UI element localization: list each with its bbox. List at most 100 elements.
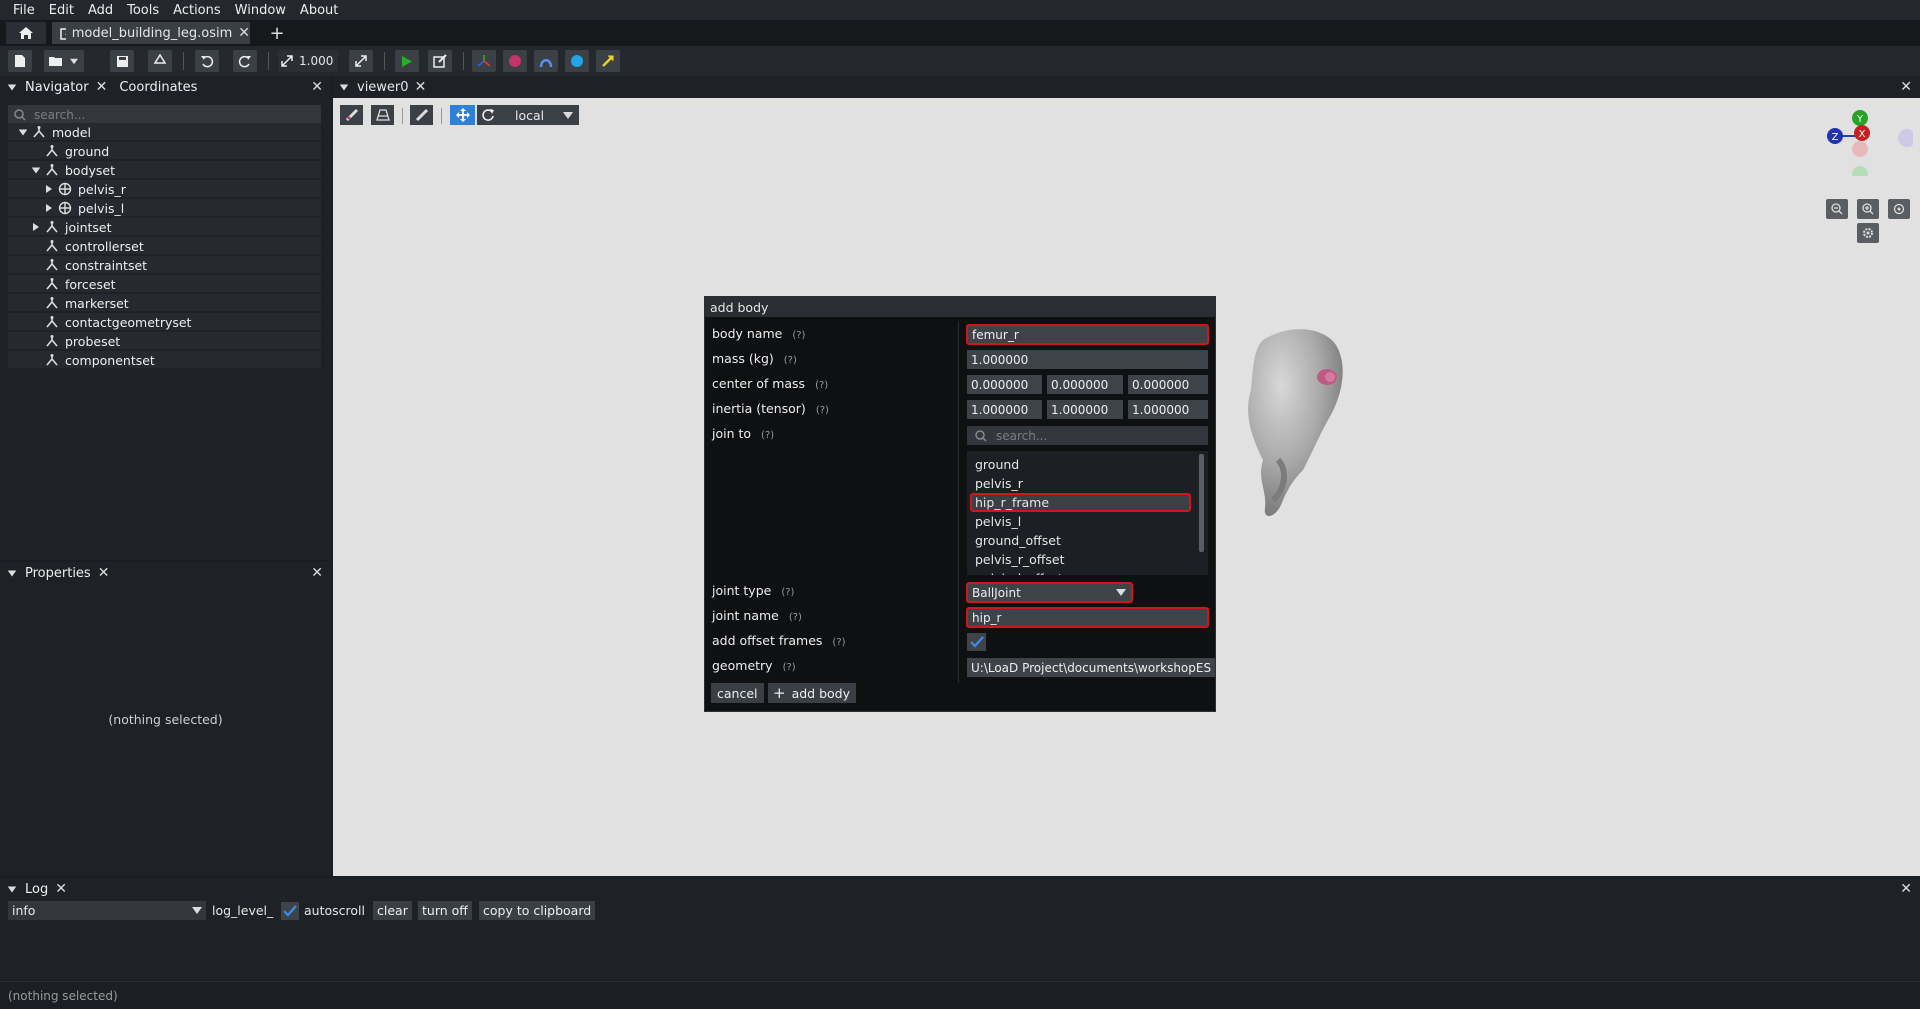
inertia-z-field[interactable]: 1.000000 [1128, 400, 1208, 419]
cancel-button[interactable]: cancel [711, 683, 764, 703]
com-z-field[interactable]: 0.000000 [1128, 375, 1208, 394]
rotate-gizmo-button[interactable] [477, 105, 499, 125]
add-body-button[interactable] [503, 50, 527, 72]
mass-field[interactable]: 1.000000 [967, 350, 1208, 369]
measure-button[interactable] [410, 105, 433, 125]
zoom-out-button[interactable] [1826, 199, 1848, 219]
tree-item-markerset[interactable]: markerset [29, 294, 129, 312]
tree-expander[interactable] [42, 204, 56, 212]
menu-tools[interactable]: Tools [120, 3, 166, 18]
close-icon[interactable]: ✕ [415, 79, 427, 95]
menu-window[interactable]: Window [228, 3, 293, 18]
autoscroll-checkbox[interactable] [281, 902, 299, 920]
tree-item-componentset[interactable]: componentset [29, 351, 155, 369]
clear-log-button[interactable]: clear [373, 901, 412, 920]
collapse-icon[interactable] [339, 84, 349, 90]
join-to-list[interactable]: ground pelvis_r hip_r_frame pelvis_l ground_… [967, 451, 1208, 575]
close-icon[interactable]: ✕ [96, 79, 108, 95]
inertia-x-field[interactable]: 1.000000 [967, 400, 1042, 419]
join-to-search-input[interactable]: search... [967, 426, 1208, 445]
chevron-down-icon[interactable] [31, 167, 41, 173]
navigator-search-input[interactable]: search... [8, 105, 321, 125]
camera-options-button[interactable] [371, 105, 394, 125]
collapse-icon[interactable] [7, 886, 17, 892]
add-body-submit-button[interactable]: + add body [768, 683, 856, 703]
close-icon[interactable]: ✕ [55, 881, 67, 897]
chevron-right-icon[interactable] [46, 185, 52, 193]
file-tab[interactable]: model_building_leg.osim ✕ [52, 22, 250, 44]
autoscale-button[interactable] [349, 50, 373, 72]
menu-about[interactable]: About [293, 3, 345, 18]
edit-sim-settings-button[interactable] [428, 50, 452, 72]
com-x-field[interactable]: 0.000000 [967, 375, 1042, 394]
tree-item-contactgeometryset[interactable]: contactgeometryset [29, 313, 191, 331]
translate-gizmo-button[interactable] [450, 105, 475, 125]
tab-viewer[interactable]: viewer0 [357, 80, 409, 95]
tree-expander[interactable] [29, 167, 43, 174]
join-option[interactable]: hip_r_frame [970, 493, 1191, 512]
add-sphere-button[interactable] [565, 50, 589, 72]
help-icon[interactable]: (?) [784, 355, 797, 366]
tree-expander[interactable] [29, 223, 43, 231]
join-option[interactable]: pelvis_l_offset [970, 569, 1191, 575]
tree-expander[interactable] [42, 185, 56, 193]
tree-item-forceset[interactable]: forceset [29, 275, 116, 293]
tab-navigator[interactable]: Navigator [25, 80, 89, 95]
tab-coordinates[interactable]: Coordinates [119, 80, 197, 95]
tree-item-jointset[interactable]: jointset [29, 218, 112, 236]
collapse-icon[interactable] [7, 84, 17, 90]
help-icon[interactable]: (?) [781, 587, 794, 598]
close-icon[interactable]: ✕ [238, 25, 250, 41]
help-icon[interactable]: (?) [815, 380, 828, 391]
help-icon[interactable]: (?) [789, 612, 802, 623]
home-tab[interactable] [6, 22, 46, 44]
tab-log[interactable]: Log [25, 882, 48, 897]
new-tab-button[interactable]: + [264, 22, 290, 44]
list-scrollbar[interactable] [1199, 454, 1204, 552]
tree-expander[interactable] [16, 129, 30, 136]
tree-item-pelvis_l[interactable]: pelvis_l [42, 199, 124, 217]
tree-item-constraintset[interactable]: constraintset [29, 256, 147, 274]
tree-item-ground[interactable]: ground [29, 142, 109, 160]
coordinate-frame-select[interactable]: local [499, 105, 579, 125]
tree-item-probeset[interactable]: probeset [29, 332, 120, 350]
add-joint-button[interactable] [534, 50, 558, 72]
undo-button[interactable] [195, 50, 219, 72]
autofocus-button[interactable] [1888, 199, 1910, 219]
tree-item-pelvis_r[interactable]: pelvis_r [42, 180, 126, 198]
menu-actions[interactable]: Actions [166, 3, 228, 18]
ruler-tool-button[interactable] [340, 105, 363, 125]
help-icon[interactable]: (?) [792, 330, 805, 341]
inertia-y-field[interactable]: 1.000000 [1047, 400, 1123, 419]
scale-factor-control[interactable]: 1.000 [278, 50, 338, 72]
tree-item-bodyset[interactable]: bodyset [29, 161, 115, 179]
zoom-in-button[interactable] [1857, 199, 1879, 219]
body-name-field[interactable]: femur_r [966, 324, 1209, 345]
join-option[interactable]: ground [970, 455, 1191, 474]
collapse-icon[interactable] [7, 570, 17, 576]
help-icon[interactable]: (?) [832, 637, 845, 648]
join-option[interactable]: pelvis_r [970, 474, 1191, 493]
close-panel-icon[interactable]: ✕ [311, 565, 323, 581]
join-option[interactable]: pelvis_l [970, 512, 1191, 531]
help-icon[interactable]: (?) [783, 662, 796, 673]
joint-name-field[interactable]: hip_r [966, 607, 1209, 628]
new-file-button[interactable] [8, 50, 32, 72]
reload-button[interactable] [148, 50, 172, 72]
viewer-settings-button[interactable] [1857, 223, 1879, 243]
tree-item-model[interactable]: model [16, 123, 91, 141]
add-frame-button[interactable] [472, 50, 496, 72]
turn-off-log-button[interactable]: turn off [418, 901, 472, 920]
geometry-button[interactable]: U:\LoaD Project\documents\workshopES [967, 658, 1215, 677]
add-force-button[interactable] [596, 50, 620, 72]
help-icon[interactable]: (?) [816, 405, 829, 416]
chevron-right-icon[interactable] [46, 204, 52, 212]
close-panel-icon[interactable]: ✕ [311, 79, 323, 95]
copy-to-clipboard-button[interactable]: copy to clipboard [479, 901, 596, 920]
close-icon[interactable]: ✕ [98, 565, 110, 581]
open-file-button[interactable] [44, 50, 84, 72]
joint-type-select[interactable]: BallJoint [966, 582, 1133, 603]
join-option[interactable]: pelvis_r_offset [970, 550, 1191, 569]
axes-gizmo[interactable]: Y Z X [1823, 106, 1913, 176]
help-icon[interactable]: (?) [761, 430, 774, 441]
